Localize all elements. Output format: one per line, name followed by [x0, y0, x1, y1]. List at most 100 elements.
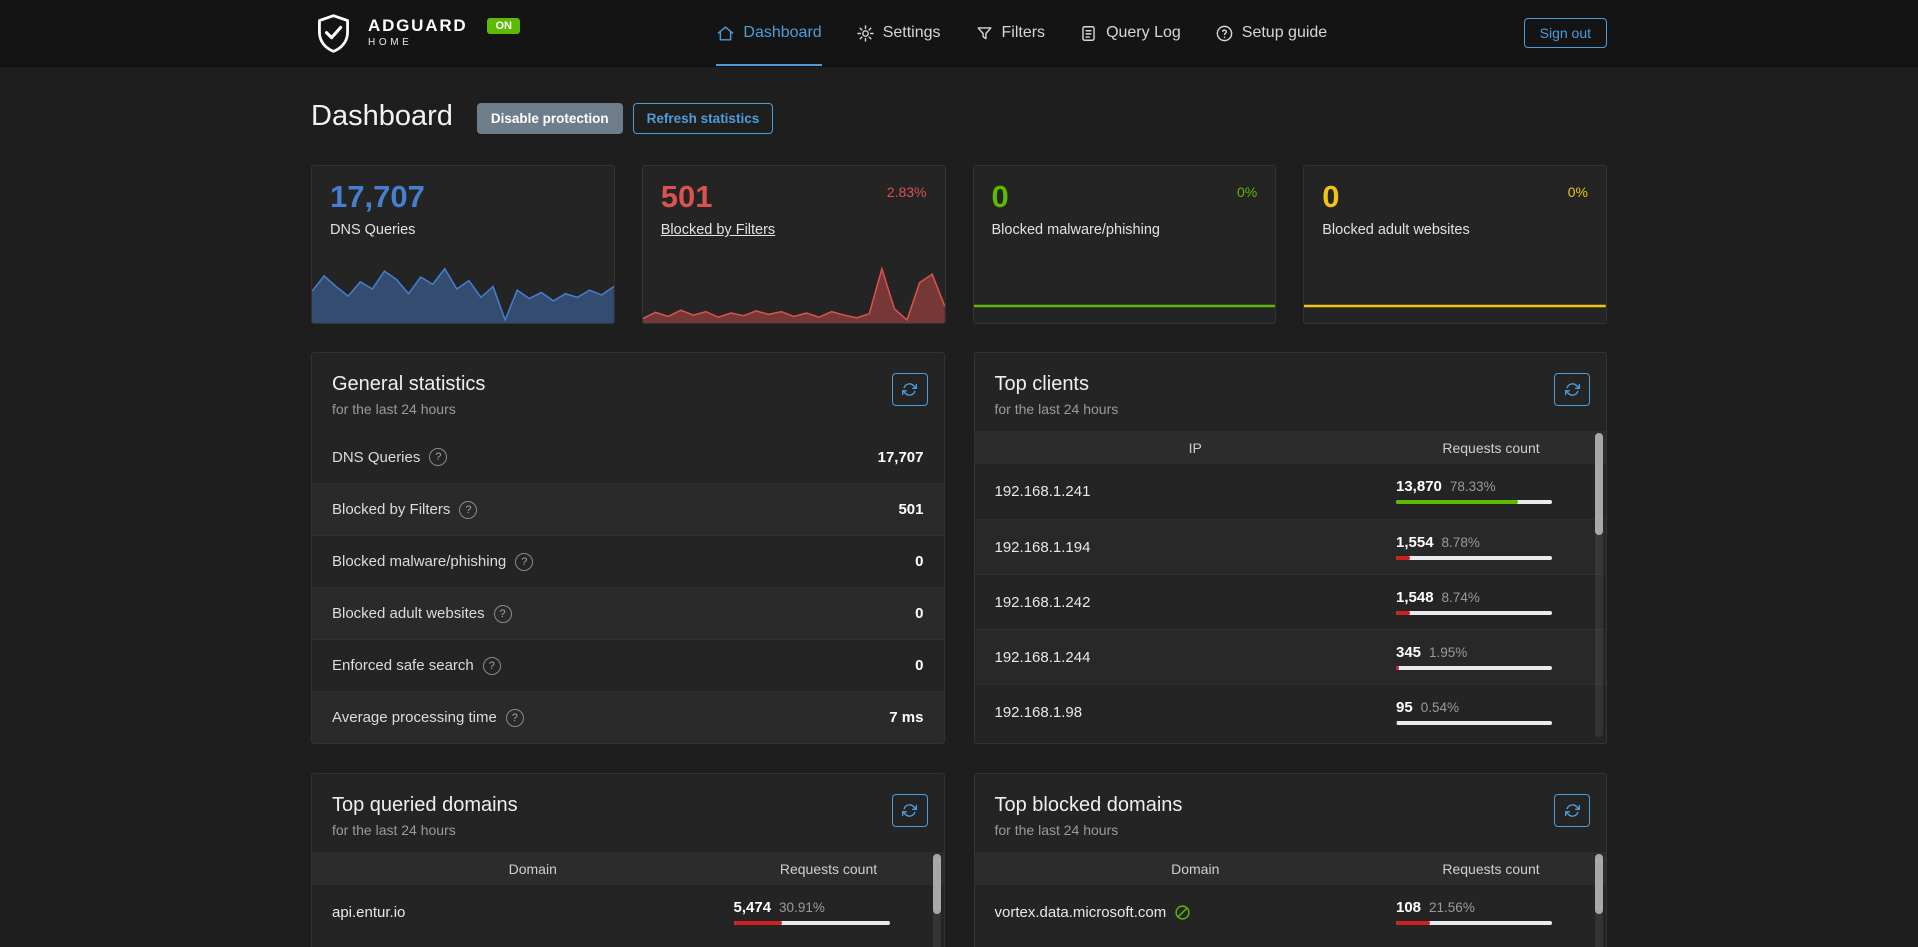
- column-header-requests-count: Requests count: [1396, 440, 1586, 456]
- blocked-icon: [1174, 904, 1191, 921]
- refresh-icon: [1565, 382, 1580, 397]
- stats-row-label: Enforced safe search: [332, 657, 474, 674]
- stats-row-label: Blocked by Filters: [332, 501, 450, 518]
- table-row: 192.168.1.241 13,87078.33%: [975, 464, 1607, 519]
- top-blocked-domains-title: Top blocked domains: [995, 794, 1587, 817]
- navbar: ADGUARD HOME ON Dashboard Settings: [0, 0, 1918, 67]
- top-clients-table-header: IP Requests count: [975, 431, 1607, 464]
- help-icon[interactable]: [515, 553, 533, 571]
- scrollbar-track[interactable]: [1595, 433, 1603, 737]
- help-icon[interactable]: [483, 657, 501, 675]
- table-row: api.entur.io 5,47430.91%: [312, 885, 944, 940]
- nav-settings[interactable]: Settings: [856, 0, 941, 66]
- gear-icon: [856, 24, 875, 43]
- refresh-icon: [902, 382, 917, 397]
- nav-filters[interactable]: Filters: [975, 0, 1046, 66]
- sign-out-button[interactable]: Sign out: [1524, 18, 1607, 48]
- stats-row: Average processing time 7 ms: [312, 691, 944, 743]
- stats-row-value: 0: [915, 657, 923, 674]
- refresh-top-queried-domains-button[interactable]: [892, 794, 928, 827]
- top-queried-domains-table-header: Domain Requests count: [312, 852, 944, 885]
- dns-queries-value: 17,707: [330, 180, 425, 214]
- home-icon: [716, 24, 735, 43]
- progress-bar-fill: [734, 921, 782, 925]
- scrollbar-thumb[interactable]: [1595, 433, 1603, 535]
- progress-bar-fill: [1396, 611, 1410, 615]
- column-header-requests-count: Requests count: [1396, 861, 1586, 877]
- stats-row-value: 17,707: [878, 449, 924, 466]
- top-blocked-domains-subtitle: for the last 24 hours: [995, 822, 1587, 838]
- general-statistics-rows: DNS Queries 17,707 Blocked by Filters 50…: [312, 431, 944, 743]
- progress-bar: [1396, 721, 1552, 725]
- requests-percent: 30.91%: [779, 900, 825, 915]
- stats-row-value: 0: [915, 553, 923, 570]
- refresh-icon: [1565, 803, 1580, 818]
- disable-protection-button[interactable]: Disable protection: [477, 103, 623, 134]
- top-blocked-domains-panel: Top blocked domains for the last 24 hour…: [974, 773, 1608, 947]
- brand-name: ADGUARD: [368, 17, 467, 35]
- client-ip: 192.168.1.98: [995, 704, 1397, 721]
- blocked-filters-sparkline-chart: [643, 261, 945, 323]
- progress-bar: [1396, 611, 1552, 615]
- blocked-malware-value: 0: [992, 180, 1009, 214]
- nav-dashboard[interactable]: Dashboard: [716, 0, 821, 66]
- scrollbar-thumb[interactable]: [933, 854, 941, 914]
- progress-bar: [1396, 921, 1552, 925]
- requests-percent: 21.56%: [1429, 900, 1475, 915]
- nav-query-log[interactable]: Query Log: [1079, 0, 1181, 66]
- progress-bar: [734, 921, 890, 925]
- column-header-domain: Domain: [995, 861, 1397, 877]
- general-statistics-title: General statistics: [332, 373, 924, 396]
- blocked-filters-link[interactable]: Blocked by Filters: [661, 222, 927, 238]
- scrollbar-thumb[interactable]: [1595, 854, 1603, 914]
- stats-row-label: Average processing time: [332, 709, 497, 726]
- top-clients-panel: Top clients for the last 24 hours IP Req…: [974, 352, 1608, 744]
- requests-percent: 8.74%: [1442, 590, 1480, 605]
- table-row: 192.168.1.98 95 0.54%: [975, 684, 1607, 739]
- general-statistics-panel: General statistics for the last 24 hours…: [311, 352, 945, 744]
- main-nav: Dashboard Settings Filters Query Log: [520, 0, 1524, 66]
- refresh-top-clients-button[interactable]: [1554, 373, 1590, 406]
- client-ip: 192.168.1.242: [995, 594, 1397, 611]
- requests-count: 1,548: [1396, 589, 1434, 606]
- progress-bar-fill: [1396, 921, 1430, 925]
- scrollbar-track[interactable]: [1595, 854, 1603, 947]
- table-row: 192.168.1.244 3451.95%: [975, 629, 1607, 684]
- help-icon[interactable]: [506, 709, 524, 727]
- stats-row: DNS Queries 17,707: [312, 431, 944, 483]
- requests-percent: 0.54%: [1421, 700, 1459, 715]
- stats-row: Enforced safe search 0: [312, 639, 944, 691]
- blocked-malware-percent: 0%: [1237, 184, 1257, 200]
- blocked-filters-percent: 2.83%: [887, 184, 927, 200]
- top-queried-domains-panel: Top queried domains for the last 24 hour…: [311, 773, 945, 947]
- help-icon[interactable]: [429, 448, 447, 466]
- table-row: 192.168.1.194 1,554 8.78%: [975, 519, 1607, 574]
- nav-setup-guide[interactable]: Setup guide: [1215, 0, 1327, 66]
- stats-row-value: 0: [915, 605, 923, 622]
- dns-queries-label: DNS Queries: [330, 222, 596, 238]
- adguard-logo[interactable]: ADGUARD HOME ON: [311, 11, 520, 56]
- client-ip: 192.168.1.194: [995, 539, 1397, 556]
- help-icon[interactable]: [459, 501, 477, 519]
- blocked-malware-sparkline-chart: [974, 261, 1276, 323]
- requests-percent: 8.78%: [1442, 535, 1480, 550]
- stats-row-label: Blocked malware/phishing: [332, 553, 506, 570]
- progress-bar-fill: [1396, 556, 1410, 560]
- help-icon[interactable]: [494, 605, 512, 623]
- blocked-malware-label: Blocked malware/phishing: [992, 222, 1258, 238]
- refresh-general-statistics-button[interactable]: [892, 373, 928, 406]
- top-clients-table: 192.168.1.241 13,87078.33% 192.168.1.194…: [975, 464, 1607, 739]
- refresh-top-blocked-domains-button[interactable]: [1554, 794, 1590, 827]
- blocked-adult-percent: 0%: [1568, 184, 1588, 200]
- requests-count: 95: [1396, 699, 1413, 716]
- top-queried-domains-title: Top queried domains: [332, 794, 924, 817]
- requests-percent: 78.33%: [1450, 479, 1496, 494]
- scrollbar-track[interactable]: [933, 854, 941, 947]
- top-queried-domains-table: api.entur.io 5,47430.91%: [312, 885, 944, 940]
- stats-row-value: 7 ms: [889, 709, 923, 726]
- requests-count: 108: [1396, 899, 1421, 916]
- progress-bar-fill: [1396, 500, 1518, 504]
- refresh-statistics-button[interactable]: Refresh statistics: [633, 103, 774, 134]
- requests-count: 1,554: [1396, 534, 1434, 551]
- top-queried-domains-subtitle: for the last 24 hours: [332, 822, 924, 838]
